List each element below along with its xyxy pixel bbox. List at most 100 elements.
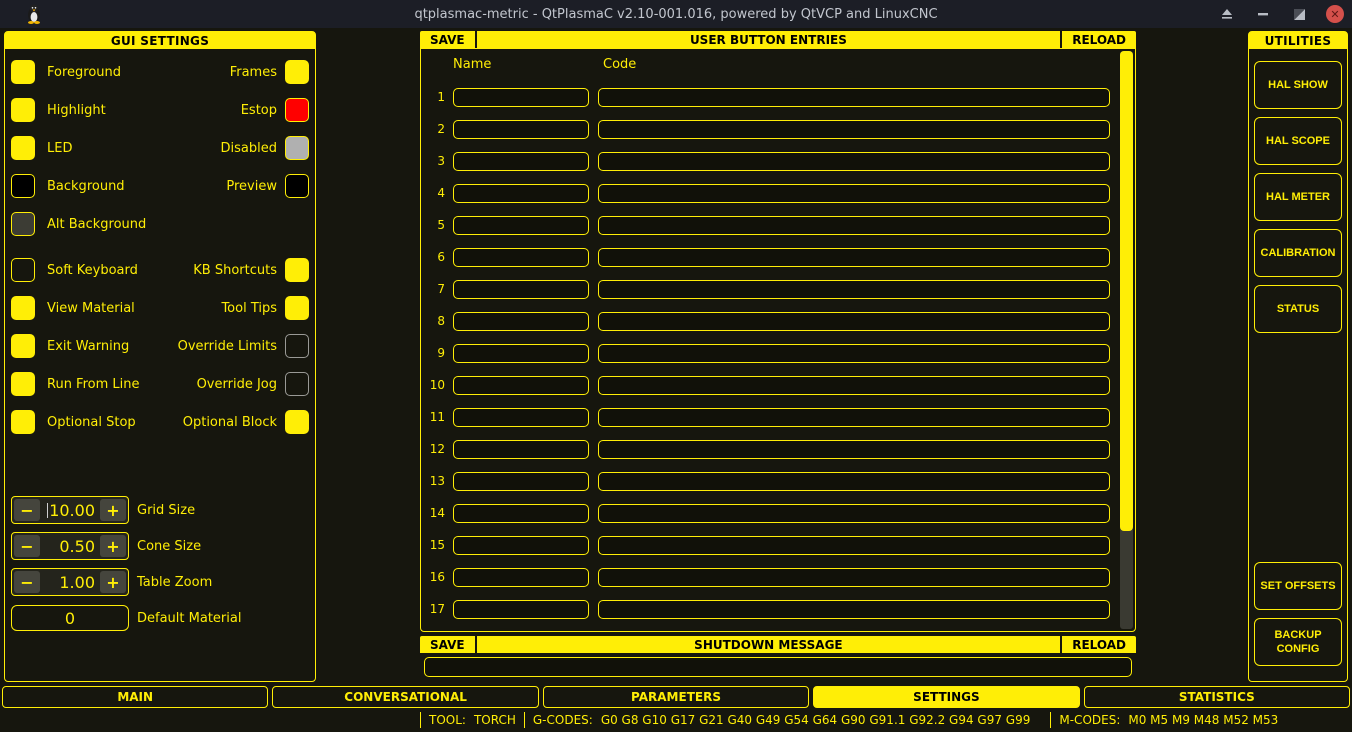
checkbox-kb-shortcuts[interactable] [285, 258, 309, 282]
name-input-7[interactable] [453, 279, 589, 299]
code-input-5[interactable] [598, 215, 1110, 235]
name-input-2[interactable] [453, 119, 589, 139]
tab-settings[interactable]: SETTINGS [813, 686, 1080, 708]
calibration-button[interactable]: CALIBRATION [1254, 229, 1342, 277]
name-input-12[interactable] [453, 439, 589, 459]
user-button-row: 11 [427, 401, 1135, 433]
checkbox-run-from-line[interactable] [11, 372, 35, 396]
name-input-3[interactable] [453, 151, 589, 171]
color-swatch-alt-background[interactable] [11, 212, 35, 236]
name-input-9[interactable] [453, 343, 589, 363]
user-button-row: 7 [427, 273, 1135, 305]
backup-config-button[interactable]: BACKUP CONFIG [1254, 618, 1342, 666]
code-input-12[interactable] [598, 439, 1110, 459]
setting-label: Background [47, 178, 125, 194]
minimize-icon[interactable] [1254, 5, 1272, 23]
gui-settings-rows: Foreground Frames Highlight Estop LED Disable… [5, 49, 315, 636]
name-input-6[interactable] [453, 247, 589, 267]
name-input-11[interactable] [453, 407, 589, 427]
name-input-4[interactable] [453, 183, 589, 203]
user-button-row: 3 [427, 145, 1135, 177]
shutdown-message-input[interactable] [424, 657, 1132, 677]
scrollbar-handle[interactable] [1120, 51, 1133, 531]
statusbar-separator [523, 712, 525, 728]
tab-parameters[interactable]: PARAMETERS [542, 686, 810, 708]
user-buttons-save-button[interactable]: SAVE [420, 31, 475, 48]
checkbox-exit-warning[interactable] [11, 334, 35, 358]
status-button[interactable]: STATUS [1254, 285, 1342, 333]
hal-meter-button[interactable]: HAL METER [1254, 173, 1342, 221]
color-swatch-background[interactable] [11, 174, 35, 198]
color-swatch-led[interactable] [11, 136, 35, 160]
checkbox-optional-stop[interactable] [11, 410, 35, 434]
checkbox-optional-block[interactable] [285, 410, 309, 434]
color-swatch-preview[interactable] [285, 174, 309, 198]
tab-main[interactable]: MAIN [2, 686, 269, 708]
code-input-4[interactable] [598, 183, 1110, 203]
name-input-1[interactable] [453, 87, 589, 107]
shutdown-save-button[interactable]: SAVE [420, 636, 475, 653]
vertical-scrollbar[interactable] [1120, 51, 1133, 629]
setting-cell: Preview [226, 174, 309, 198]
minus-button[interactable]: − [14, 571, 40, 593]
checkbox-override-jog[interactable] [285, 372, 309, 396]
color-swatch-disabled[interactable] [285, 136, 309, 160]
color-swatch-foreground[interactable] [11, 60, 35, 84]
code-input-7[interactable] [598, 279, 1110, 299]
field-default-material[interactable]: 0 [11, 605, 129, 631]
code-input-2[interactable] [598, 119, 1110, 139]
checkbox-view-material[interactable] [11, 296, 35, 320]
code-input-16[interactable] [598, 567, 1110, 587]
user-buttons-title: USER BUTTON ENTRIES [689, 32, 847, 47]
color-swatch-frames[interactable] [285, 60, 309, 84]
tab-conversational[interactable]: CONVERSATIONAL [272, 686, 539, 708]
spinbox-table-zoom[interactable]: −1.00 + [11, 568, 129, 596]
minus-button[interactable]: − [14, 535, 40, 557]
setting-cell: LED [11, 136, 72, 160]
minus-button[interactable]: − [14, 499, 40, 521]
user-buttons-reload-button[interactable]: RELOAD [1062, 31, 1136, 48]
color-swatch-estop[interactable] [285, 98, 309, 122]
code-input-14[interactable] [598, 503, 1110, 523]
spin-row: 0 Default Material [5, 600, 315, 636]
code-input-1[interactable] [598, 87, 1110, 107]
name-input-13[interactable] [453, 471, 589, 491]
shutdown-reload-button[interactable]: RELOAD [1062, 636, 1136, 653]
set-offsets-button[interactable]: SET OFFSETS [1254, 562, 1342, 610]
code-input-13[interactable] [598, 471, 1110, 491]
checkbox-override-limits[interactable] [285, 334, 309, 358]
shade-icon[interactable] [1218, 5, 1236, 23]
tab-statistics[interactable]: STATISTICS [1083, 686, 1351, 708]
name-input-17[interactable] [453, 599, 589, 619]
close-icon[interactable]: ✕ [1326, 5, 1344, 23]
plus-button[interactable]: + [100, 571, 126, 593]
hal-show-button[interactable]: HAL SHOW [1254, 61, 1342, 109]
code-input-3[interactable] [598, 151, 1110, 171]
spinbox-cone-size[interactable]: −0.50 + [11, 532, 129, 560]
plus-button[interactable]: + [100, 535, 126, 557]
code-input-9[interactable] [598, 343, 1110, 363]
main-tabbar: MAIN CONVERSATIONAL PARAMETERS SETTINGS STAT… [0, 686, 1352, 708]
name-input-8[interactable] [453, 311, 589, 331]
setting-cell: Run From Line [11, 372, 140, 396]
checkbox-soft-keyboard[interactable] [11, 258, 35, 282]
name-input-16[interactable] [453, 567, 589, 587]
code-input-10[interactable] [598, 375, 1110, 395]
name-input-5[interactable] [453, 215, 589, 235]
code-input-8[interactable] [598, 311, 1110, 331]
code-input-15[interactable] [598, 535, 1110, 555]
name-input-10[interactable] [453, 375, 589, 395]
maximize-icon[interactable] [1290, 5, 1308, 23]
color-swatch-highlight[interactable] [11, 98, 35, 122]
name-input-15[interactable] [453, 535, 589, 555]
code-input-17[interactable] [598, 599, 1110, 619]
code-input-6[interactable] [598, 247, 1110, 267]
spinbox-grid-size[interactable]: −10.00 + [11, 496, 129, 524]
code-input-11[interactable] [598, 407, 1110, 427]
row-number: 9 [437, 346, 445, 360]
name-input-14[interactable] [453, 503, 589, 523]
hal-scope-button[interactable]: HAL SCOPE [1254, 117, 1342, 165]
utilities-header: UTILITIES [1249, 32, 1347, 49]
plus-button[interactable]: + [100, 499, 126, 521]
checkbox-tool-tips[interactable] [285, 296, 309, 320]
